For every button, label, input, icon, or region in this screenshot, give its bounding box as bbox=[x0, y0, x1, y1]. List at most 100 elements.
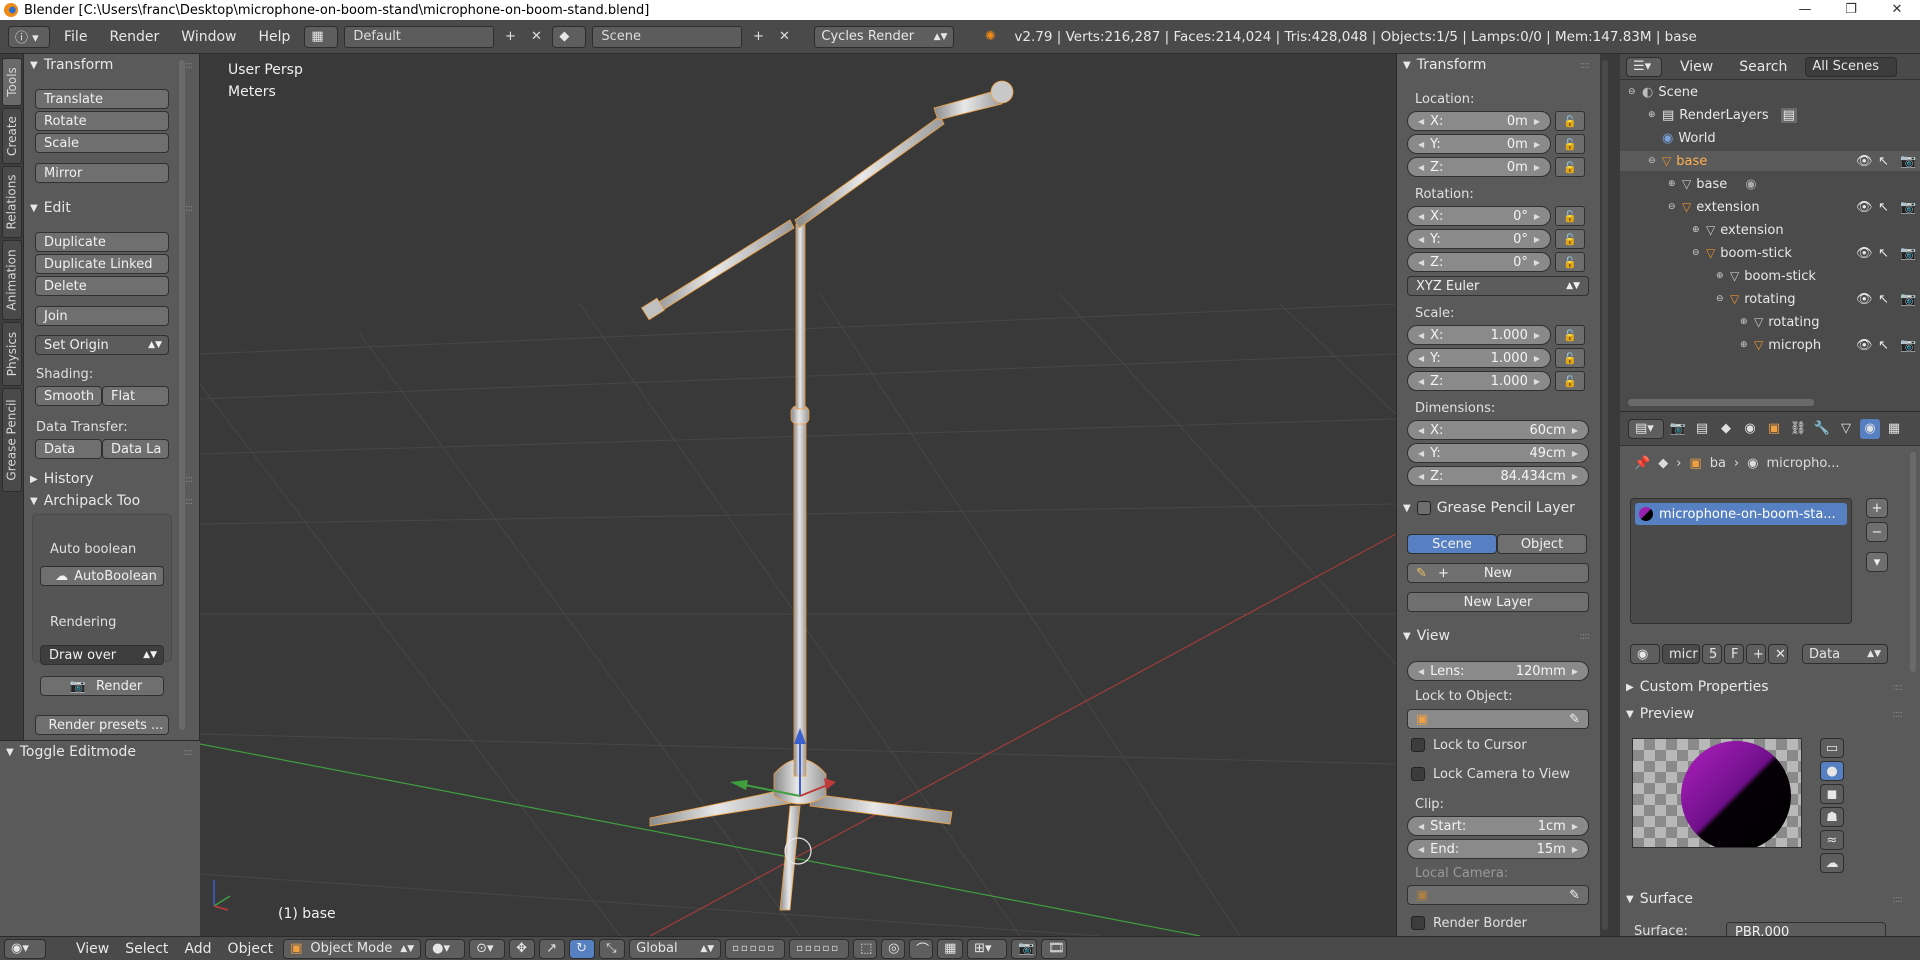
unlink-material-icon[interactable]: ✕ bbox=[1768, 644, 1788, 664]
n-transform-header[interactable]: ▼ Transform:::: bbox=[1397, 54, 1597, 76]
drag-grip-icon[interactable]: :::: bbox=[1580, 60, 1591, 71]
proportional-edit-icon[interactable]: ◎ bbox=[881, 938, 906, 959]
outliner-row-base-mesh[interactable]: ⊕ ▽ base ◉ bbox=[1668, 174, 1757, 194]
close-button[interactable]: ✕ bbox=[1874, 0, 1920, 20]
tab-physics[interactable]: Physics bbox=[2, 322, 22, 386]
render-button[interactable]: 📷 Render bbox=[40, 676, 164, 696]
translate-button[interactable]: Translate bbox=[35, 89, 169, 109]
layout-name-field[interactable]: Default bbox=[344, 25, 495, 48]
delete-layout-icon[interactable]: ✕ bbox=[526, 27, 546, 47]
preview-sphere-icon[interactable]: ● bbox=[1820, 761, 1844, 781]
join-button[interactable]: Join bbox=[35, 306, 169, 326]
data-transfer-button[interactable]: Data bbox=[35, 439, 102, 459]
fake-user-toggle[interactable]: F bbox=[1724, 644, 1744, 664]
maximize-button[interactable]: ❐ bbox=[1828, 0, 1874, 20]
lock-location-z-icon[interactable]: 🔓 bbox=[1555, 157, 1585, 177]
grease-pencil-new-button[interactable]: ✎ + New bbox=[1407, 563, 1589, 583]
eye-icon[interactable]: 👁 bbox=[1856, 292, 1873, 307]
interaction-mode-select[interactable]: ▣ Object Mode ▲▼ bbox=[283, 938, 422, 959]
lock-rotation-z-icon[interactable]: 🔓 bbox=[1555, 252, 1585, 272]
remove-slot-button[interactable]: − bbox=[1866, 522, 1888, 542]
duplicate-linked-button[interactable]: Duplicate Linked bbox=[35, 254, 169, 274]
new-layer-button[interactable]: New Layer bbox=[1407, 592, 1589, 612]
eye-icon[interactable]: 👁 bbox=[1856, 200, 1873, 215]
eye-icon[interactable]: 👁 bbox=[1856, 246, 1873, 261]
tab-animation[interactable]: Animation bbox=[2, 240, 22, 320]
outliner-row-rotating-object[interactable]: ⊖ ▽ rotating 👁 ↖ 📷 bbox=[1716, 289, 1920, 309]
grease-pencil-scene-tab[interactable]: Scene bbox=[1407, 534, 1497, 554]
scene-tab-icon[interactable]: ◆ bbox=[1716, 419, 1736, 439]
transform-orientation-select[interactable]: Global ▲▼ bbox=[629, 938, 722, 959]
properties-scrollbar[interactable] bbox=[1910, 452, 1916, 672]
local-camera-field[interactable]: ▣ ✎ bbox=[1407, 885, 1589, 905]
outliner-row-extension-mesh[interactable]: ⊕ ▽ extension bbox=[1692, 220, 1784, 240]
modifiers-tab-icon[interactable]: 🔧 bbox=[1812, 419, 1832, 439]
cursor-icon[interactable]: ↖ bbox=[1878, 292, 1889, 307]
render-icon[interactable]: 📷 bbox=[1900, 292, 1916, 307]
constraints-tab-icon[interactable]: ⛓ bbox=[1788, 419, 1808, 439]
view-panel-header[interactable]: ▼ View:::: bbox=[1397, 625, 1597, 647]
lock-to-cursor-checkbox[interactable] bbox=[1411, 738, 1425, 752]
outliner-row-base-object[interactable]: ⊖ ▽ base 👁 ↖ 📷 bbox=[1620, 151, 1920, 171]
cursor-icon[interactable]: ↖ bbox=[1878, 154, 1889, 169]
lock-scale-y-icon[interactable]: 🔓 bbox=[1555, 348, 1585, 368]
cursor-icon[interactable]: ↖ bbox=[1878, 246, 1889, 261]
outliner-row-boom-stick-mesh[interactable]: ⊕ ▽ boom-stick bbox=[1716, 266, 1816, 286]
menu-view[interactable]: View bbox=[70, 941, 115, 957]
mirror-button[interactable]: Mirror bbox=[35, 163, 169, 183]
autoboolean-button[interactable]: ☁ AutoBoolean bbox=[40, 566, 164, 586]
add-layout-icon[interactable]: + bbox=[500, 27, 520, 47]
eye-icon[interactable]: 👁 bbox=[1856, 154, 1873, 169]
object-tab-icon[interactable]: ▣ bbox=[1764, 419, 1784, 439]
surface-header[interactable]: ▼ Surface:::: bbox=[1620, 888, 1910, 910]
dimension-z-field[interactable]: ◀ Z: 84.434cm ▶ bbox=[1407, 466, 1589, 486]
rotation-mode-select[interactable]: XYZ Euler ▲▼ bbox=[1407, 276, 1589, 296]
browse-material-icon[interactable]: ◉ bbox=[1630, 644, 1660, 664]
viewport-scene[interactable] bbox=[200, 54, 1396, 936]
render-engine-select[interactable]: Cycles Render ▲▼ bbox=[814, 25, 955, 48]
tab-tools[interactable]: Tools bbox=[2, 58, 22, 106]
outliner-search-menu[interactable]: Search bbox=[1731, 59, 1795, 75]
minimize-button[interactable]: — bbox=[1782, 0, 1828, 20]
outliner-row-renderlayers[interactable]: ⊕ ▤ RenderLayers ▤ bbox=[1648, 105, 1797, 125]
drag-grip-icon[interactable]: :::: bbox=[183, 747, 194, 758]
toolshelf-scrollbar[interactable] bbox=[179, 60, 185, 730]
lens-field[interactable]: ◀ Lens: 120mm ▶ bbox=[1407, 661, 1589, 681]
preview-flat-icon[interactable]: ▭ bbox=[1820, 738, 1844, 758]
add-scene-icon[interactable]: + bbox=[748, 27, 768, 47]
scale-button[interactable]: Scale bbox=[35, 133, 169, 153]
duplicate-button[interactable]: Duplicate bbox=[35, 232, 169, 252]
outliner-row-boom-stick-object[interactable]: ⊖ ▽ boom-stick 👁 ↖ 📷 bbox=[1692, 243, 1920, 263]
location-z-field[interactable]: ◀ Z: 0m ▶ bbox=[1407, 157, 1551, 177]
eyedropper-icon[interactable]: ✎ bbox=[1569, 712, 1580, 727]
pivot-point-select[interactable]: ⊙▾ bbox=[469, 938, 506, 959]
editor-type-info-icon[interactable]: ⓘ ▾ bbox=[8, 25, 50, 48]
tab-create[interactable]: Create bbox=[2, 108, 22, 164]
material-users-count[interactable]: 5 bbox=[1702, 644, 1722, 664]
lock-camera-checkbox[interactable] bbox=[1411, 767, 1425, 781]
viewport-shading-select[interactable]: ●▾ bbox=[425, 938, 466, 959]
rotation-z-field[interactable]: ◀ Z: 0° ▶ bbox=[1407, 252, 1551, 272]
location-y-field[interactable]: ◀ Y: 0m ▶ bbox=[1407, 134, 1551, 154]
dimension-y-field[interactable]: ◀ Y: 49cm ▶ bbox=[1407, 443, 1589, 463]
scale-x-field[interactable]: ◀ X: 1.000 ▶ bbox=[1407, 325, 1551, 345]
link-select[interactable]: Data ▲▼ bbox=[1802, 644, 1888, 664]
outliner-row-rotating-mesh[interactable]: ⊕ ▽ rotating bbox=[1740, 312, 1820, 332]
delete-button[interactable]: Delete bbox=[35, 276, 169, 296]
rotation-y-field[interactable]: ◀ Y: 0° ▶ bbox=[1407, 229, 1551, 249]
menu-file[interactable]: File bbox=[56, 29, 95, 45]
draw-over-dropdown[interactable]: Draw over ▲▼ bbox=[40, 645, 164, 665]
display-mode-select[interactable]: All Scenes bbox=[1805, 56, 1898, 77]
render-presets-button[interactable]: Render presets ... bbox=[35, 715, 169, 735]
menu-render[interactable]: Render bbox=[101, 29, 167, 45]
toggle-editmode-header[interactable]: ▼ Toggle Editmode:::: bbox=[0, 741, 200, 763]
scale-z-field[interactable]: ◀ Z: 1.000 ▶ bbox=[1407, 371, 1551, 391]
lock-scale-z-icon[interactable]: 🔓 bbox=[1555, 371, 1585, 391]
material-slot-item[interactable]: microphone-on-boom-sta... bbox=[1635, 503, 1847, 525]
texture-tab-icon[interactable]: ▦ bbox=[1884, 419, 1904, 439]
render-layers-tab-icon[interactable]: ▤ bbox=[1692, 419, 1712, 439]
outliner-row-extension-object[interactable]: ⊖ ▽ extension 👁 ↖ 📷 bbox=[1668, 197, 1920, 217]
outliner-row-microphone-object[interactable]: ⊕ ▽ microph 👁 ↖ 📷 bbox=[1740, 335, 1920, 355]
eyedropper-icon[interactable]: ✎ bbox=[1569, 888, 1580, 903]
rotation-x-field[interactable]: ◀ X: 0° ▶ bbox=[1407, 206, 1551, 226]
